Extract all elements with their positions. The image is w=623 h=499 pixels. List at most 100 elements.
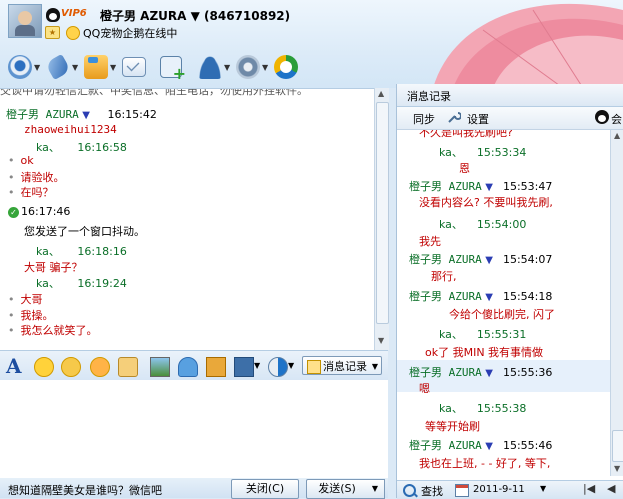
first-page-icon[interactable]: |◀ [583,482,595,495]
sender-name[interactable]: 橙子男 AZURA [409,180,482,193]
sender-name[interactable]: 橙子男 AZURA [409,439,482,452]
scroll-down-icon[interactable]: ▼ [614,464,620,473]
contact-avatar[interactable] [8,4,42,38]
contact-info-button[interactable]: ▼ [198,51,236,83]
contact-status: QQ宠物企鹅在线中 [83,27,178,40]
history-title-bar: 消息记录 [397,84,623,107]
history-entry-header: 橙子男 AZURA ▼ 15:54:07 [409,251,552,267]
nudge-icon[interactable] [118,357,138,377]
scroll-thumb[interactable] [376,102,389,324]
history-list[interactable]: 不久是叫我先刷吧? ka、 15:53:34 恩 橙子男 AZURA ▼ 15:53… [397,130,610,476]
voice-call-button[interactable]: ▼ [44,51,84,83]
history-title: 消息记录 [407,90,451,103]
chat-message-area[interactable]: 交谈中请勿轻信汇款、中奖信息、陌生电话，勿使用外挂软件。 橙子男 AZURA ▼… [0,88,374,351]
scroll-up-icon[interactable]: ▲ [378,89,384,98]
chevron-down-icon[interactable]: ▼ [540,484,546,493]
chevron-down-icon[interactable]: ▼ [372,357,378,376]
message-history-panel: 消息记录 同步 设置 会 不久是叫我先刷吧? ka、 15:53:34 恩 橙子男… [396,84,623,499]
message-text: ok [20,154,34,167]
add-friend-button[interactable] [160,51,198,83]
chevron-down-icon[interactable]: ▼ [110,63,116,72]
message-time: 15:54:07 [502,253,553,266]
chevron-down-icon: ▼ [371,484,379,493]
scroll-up-icon[interactable]: ▲ [614,131,620,140]
history-scrollbar[interactable]: ▲ ▼ [610,130,623,476]
message-text: 大哥 [20,293,43,306]
chevron-down-icon[interactable]: ▼ [485,441,493,452]
chevron-down-icon[interactable]: ▼ [485,292,493,303]
sender-name: ka、 [36,277,60,290]
message-header: ka、 16:19:24 [36,275,127,291]
chevron-down-icon[interactable]: ▼ [485,368,493,379]
send-options-button[interactable]: ▼ [366,479,385,499]
chevron-down-icon[interactable]: ▼ [485,182,493,193]
message-time: 16:17:46 [21,205,71,218]
send-button[interactable]: 发送(S) [306,479,368,499]
chevron-down-icon[interactable]: ▼ [254,361,260,370]
gift-icon[interactable] [206,357,226,377]
emoticon-icon[interactable] [34,357,54,377]
chevron-down-icon[interactable]: ▼ [34,63,40,72]
message-line: • 大哥 [8,293,43,306]
check-icon: ✓ [8,206,19,218]
sender-name[interactable]: 橙子男 AZURA [409,366,482,379]
magic-emoticon-icon[interactable] [61,357,81,377]
search-icon[interactable] [403,484,416,497]
message-input[interactable] [0,380,388,478]
ad-link[interactable]: 想知道隔壁美女是谁吗？微信吧 [8,482,162,498]
screenshot-icon[interactable] [234,357,254,377]
pet-icon [66,26,80,40]
previous-page-icon[interactable]: ◀ [607,482,615,495]
image-icon[interactable] [150,357,170,377]
history-entry-header: 橙子男 AZURA ▼ 15:55:36 [409,364,552,380]
message-record-button[interactable]: 消息记录 ▼ [302,356,382,375]
history-message-text: 我也在上班, - - 好了, 等下, [419,457,551,470]
message-time: 15:55:36 [502,366,553,379]
chevron-down-icon[interactable]: ▼ [485,255,493,266]
settings-button[interactable]: 设置 [467,111,489,127]
sync-button[interactable]: 同步 [413,111,435,127]
app-button[interactable]: ▼ [236,51,274,83]
refresh-icon[interactable] [268,357,288,377]
message-time: 16:16:58 [77,141,127,154]
history-message-text: 不久是叫我先刷吧? [419,130,513,139]
security-button[interactable] [274,51,312,83]
chevron-down-icon[interactable]: ▼ [288,361,294,370]
chevron-down-icon[interactable]: ▼ [82,110,90,121]
folder-icon [84,55,108,79]
mail-icon [122,57,146,77]
send-mail-button[interactable] [122,51,160,83]
video-call-button[interactable]: ▼ [8,51,46,83]
record-icon [307,360,321,374]
scroll-down-icon[interactable]: ▼ [378,336,384,345]
search-button[interactable]: 查找 [421,483,443,499]
member-label[interactable]: 会 [611,111,622,127]
message-time: 16:19:24 [77,277,127,290]
sender-name[interactable]: 橙子男 AZURA [409,290,482,303]
contact-name[interactable]: 橙子男 AZURA ▼ (846710892) [100,7,290,24]
scroll-thumb[interactable] [612,430,623,462]
chevron-down-icon[interactable]: ▼ [72,63,78,72]
history-entry-header: ka、 15:53:34 [439,144,526,160]
message-time: 15:55:31 [476,328,527,341]
history-message-text: 今给个傻比刷完, 闪了 [449,308,555,321]
music-icon[interactable] [178,357,198,377]
history-entry-header: 橙子男 AZURA ▼ 15:55:46 [409,437,552,453]
font-icon[interactable]: A [6,354,22,378]
date-picker[interactable]: 2011-9-11 [473,484,525,495]
message-text: zhaoweihui1234 [24,123,117,136]
send-file-button[interactable]: ▼ [84,51,122,83]
qq-penguin-icon [595,110,609,124]
chevron-down-icon[interactable]: ▼ [224,63,230,72]
chat-scrollbar[interactable]: ▲ ▼ [374,88,389,350]
sender-name[interactable]: 橙子男 AZURA [6,108,79,121]
wrench-icon[interactable] [447,110,461,124]
message-line: • 请验收。 [8,171,65,184]
wink-emoticon-icon[interactable] [90,357,110,377]
calendar-icon[interactable] [455,484,469,497]
message-text: 我操。 [20,309,54,322]
sender-name[interactable]: 橙子男 AZURA [409,253,482,266]
close-button[interactable]: 关闭(C) [231,479,299,499]
chevron-down-icon[interactable]: ▼ [262,63,268,72]
webcam-icon [8,55,32,79]
